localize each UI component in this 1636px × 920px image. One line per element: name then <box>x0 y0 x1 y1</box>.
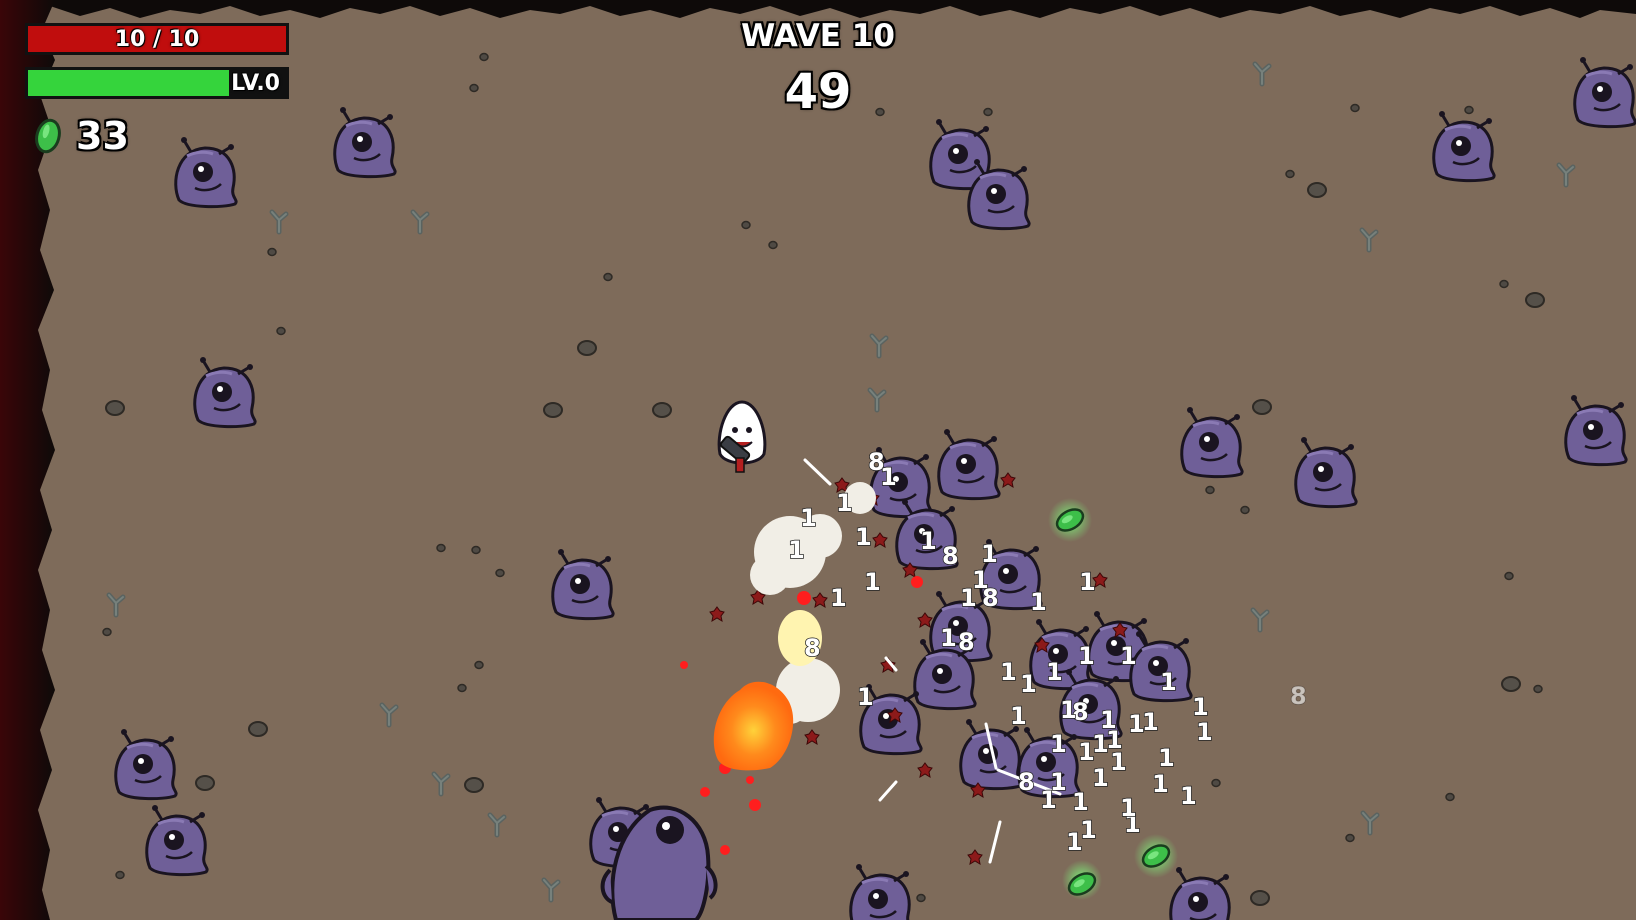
damage-number: 1 <box>1078 642 1095 670</box>
damage-number: 1 <box>1072 788 1089 816</box>
damage-number: 1 <box>1020 670 1037 698</box>
materials-counter: 33 <box>30 114 129 158</box>
damage-number: 1 <box>800 504 817 532</box>
damage-number: 1 <box>1180 782 1197 810</box>
arena-field: 81111 111 8111 1 81181111 1118 11 1 111 1181 11811… <box>0 0 1636 920</box>
damage-number: 8 <box>982 584 999 612</box>
game-viewport[interactable]: 8111111181111811811111118111111118111811… <box>0 0 1636 920</box>
damage-number: 1 <box>1160 668 1177 696</box>
damage-number: 1 <box>830 584 847 612</box>
damage-number: 1 <box>1106 726 1123 754</box>
damage-number: 8 <box>958 628 975 656</box>
damage-number: 8 <box>804 634 821 662</box>
damage-number: 1 <box>920 527 937 555</box>
wave-timer: 49 <box>784 64 852 120</box>
damage-number: 1 <box>1060 696 1077 724</box>
damage-number: 1 <box>1092 764 1109 792</box>
damage-number: 1 <box>836 489 853 517</box>
damage-number: 1 <box>857 683 874 711</box>
damage-number: 8 <box>1290 682 1307 710</box>
green-material-icon <box>35 118 61 154</box>
damage-number: 1 <box>981 540 998 568</box>
damage-number: 1 <box>788 536 805 564</box>
damage-number: 1 <box>940 624 957 652</box>
damage-number: 1 <box>1192 693 1209 721</box>
materials-count: 33 <box>76 114 129 158</box>
damage-number: 8 <box>942 542 959 570</box>
wave-label: WAVE 10 <box>741 18 895 54</box>
damage-number: 1 <box>1196 718 1213 746</box>
damage-number: 1 <box>1142 708 1159 736</box>
damage-number: 1 <box>1079 568 1096 596</box>
damage-number: 1 <box>1120 642 1137 670</box>
damage-number: 1 <box>855 523 872 551</box>
damage-number: 1 <box>1000 658 1017 686</box>
damage-number: 8 <box>1018 768 1035 796</box>
damage-number: 1 <box>1040 786 1057 814</box>
damage-number: 1 <box>880 463 897 491</box>
damage-number: 1 <box>960 584 977 612</box>
damage-number: 1 <box>1050 730 1067 758</box>
damage-number: 1 <box>1046 658 1063 686</box>
damage-number: 1 <box>1120 794 1137 822</box>
damage-number: 1 <box>1066 828 1083 856</box>
damage-number: 1 <box>1158 744 1175 772</box>
damage-number: 1 <box>1152 770 1169 798</box>
damage-number: 1 <box>1030 588 1047 616</box>
damage-number: 1 <box>1010 702 1027 730</box>
damage-number: 1 <box>864 568 881 596</box>
